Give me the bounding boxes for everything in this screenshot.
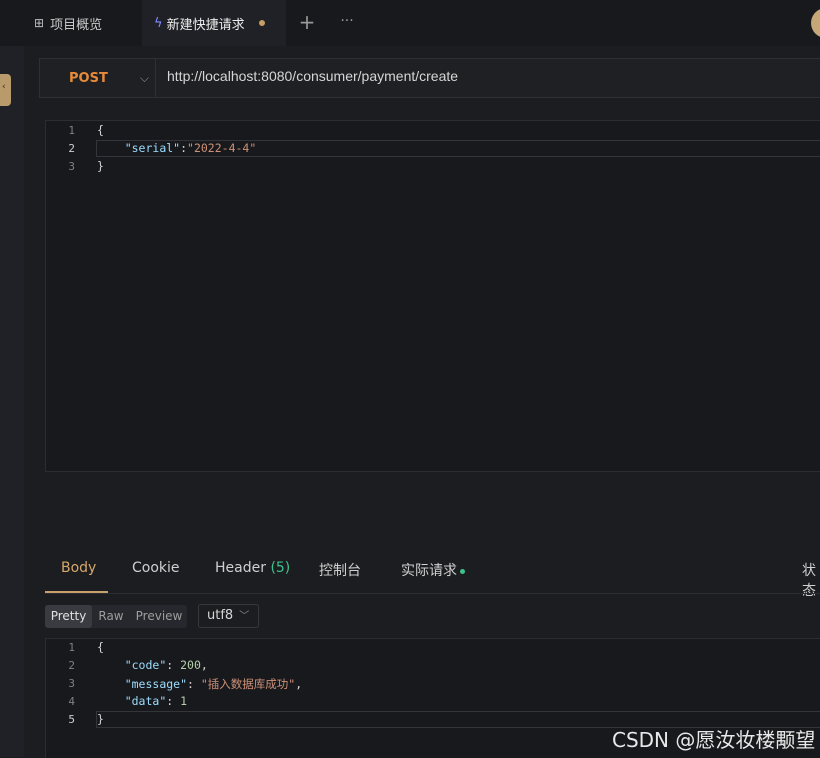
line-number: 5	[68, 713, 75, 726]
request-body-editor[interactable]	[45, 120, 820, 472]
json-value: "插入数据库成功"	[200, 677, 296, 691]
lightning-icon: ϟ	[154, 15, 163, 31]
line-number: 3	[68, 160, 75, 173]
tab-new-quick-request-label: 新建快捷请求	[166, 17, 245, 33]
line-number: 2	[68, 659, 75, 672]
left-sidebar	[0, 46, 24, 757]
code-line: "serial":"2022-4-4"	[124, 141, 257, 155]
tab-console[interactable]: 控制台	[319, 560, 361, 580]
tab-body[interactable]: Body	[61, 560, 96, 576]
more-icon[interactable]: ···	[336, 10, 358, 34]
json-value: "2022-4-4"	[187, 141, 257, 155]
encoding-label: utf8	[207, 608, 234, 623]
format-pretty-button[interactable]: Pretty	[45, 605, 92, 628]
code-line: "code": 200,	[124, 658, 208, 672]
tab-project-overview-label: 项目概览	[50, 17, 103, 33]
code-line: "data": 1	[124, 694, 188, 708]
format-preview-button[interactable]: Preview	[132, 605, 186, 628]
tab-new-quick-request[interactable]: ϟ 新建快捷请求	[142, 0, 286, 46]
header-count-badge: (5)	[270, 560, 291, 576]
code-line: {	[97, 640, 104, 654]
active-tab-indicator	[45, 591, 108, 593]
line-number: 2	[68, 142, 75, 155]
tab-actual-request[interactable]: 实际请求	[401, 560, 465, 580]
unsaved-dot-icon	[258, 20, 265, 26]
code-line: "message": "插入数据库成功",	[124, 677, 303, 691]
json-key: "data"	[124, 694, 167, 708]
sidebar-toggle-button[interactable]: ‹	[0, 74, 11, 106]
watermark: CSDN @愿汝妆楼颙望	[612, 728, 816, 752]
json-value: 200	[180, 658, 201, 672]
chevron-left-icon: ‹	[2, 82, 6, 92]
json-key: "message"	[124, 677, 188, 691]
add-tab-button[interactable]: +	[296, 10, 318, 34]
tab-header[interactable]: Header (5)	[215, 560, 290, 576]
grid-icon: ⊞	[34, 16, 45, 30]
url-input[interactable]: http://localhost:8080/consumer/payment/c…	[167, 68, 458, 84]
tab-cookie[interactable]: Cookie	[132, 560, 180, 576]
method-label: POST	[69, 70, 108, 86]
code-line: }	[97, 159, 104, 173]
line-number: 3	[68, 677, 75, 690]
line-number: 1	[68, 124, 75, 137]
status-label: 状态	[802, 563, 816, 599]
tab-actual-request-label: 实际请求	[401, 563, 457, 579]
format-raw-button[interactable]: Raw	[92, 605, 130, 628]
line-number: 1	[68, 641, 75, 654]
chevron-down-icon: ﹀	[239, 611, 250, 622]
tab-project-overview[interactable]: ⊞ 项目概览	[24, 0, 142, 46]
line-number: 4	[68, 695, 75, 708]
json-key: "serial"	[124, 141, 181, 155]
divider	[45, 593, 820, 594]
json-value: 1	[180, 694, 188, 708]
chevron-down-icon: ⌵	[139, 70, 149, 85]
status-dot-icon	[460, 568, 465, 574]
code-line: }	[97, 712, 104, 726]
json-key: "code"	[124, 658, 167, 672]
tab-header-label: Header	[215, 560, 266, 576]
method-select[interactable]: POST ⌵	[40, 59, 156, 97]
encoding-select[interactable]: utf8 ﹀	[198, 604, 259, 628]
code-line: {	[97, 123, 104, 137]
